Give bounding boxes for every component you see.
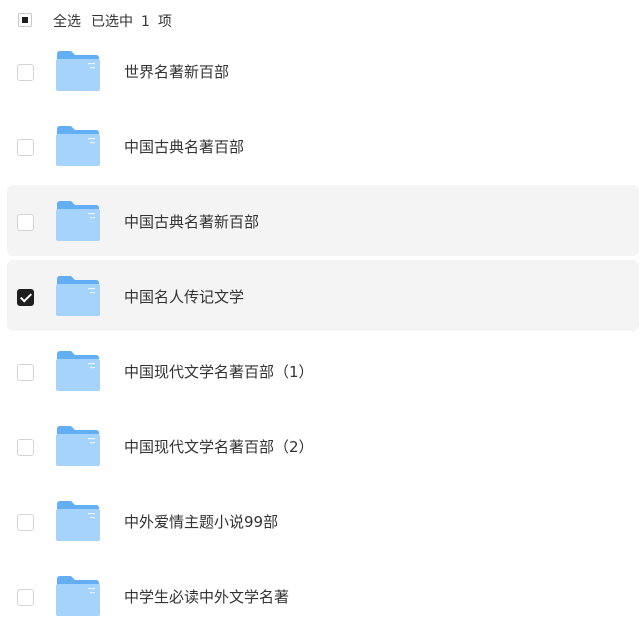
row-checkbox[interactable] (17, 214, 34, 231)
row-checkbox[interactable] (17, 364, 34, 381)
list-item[interactable]: 中国现代文学名著百部（2） (0, 410, 639, 485)
selected-suffix: 项 (157, 14, 172, 30)
folder-icon[interactable] (55, 350, 101, 392)
checkmark-icon (19, 290, 33, 303)
select-all-checkbox[interactable] (18, 13, 32, 27)
select-all-label[interactable]: 全选 (53, 14, 81, 30)
folder-name[interactable]: 世界名著新百部 (124, 62, 229, 82)
folder-name[interactable]: 中国现代文学名著百部（2） (124, 437, 314, 457)
row-checkbox[interactable] (17, 64, 34, 81)
folder-icon[interactable] (55, 125, 101, 167)
selected-prefix: 已选中 (91, 14, 133, 30)
row-checkbox[interactable] (17, 439, 34, 456)
folder-icon[interactable] (55, 275, 101, 317)
list-item[interactable]: 中国古典名著百部 (0, 110, 639, 185)
list-item[interactable]: 中学生必读中外文学名著 (0, 560, 639, 635)
list-item[interactable]: 中国古典名著新百部 (0, 185, 639, 260)
row-background (7, 185, 639, 256)
list-item[interactable]: 中国现代文学名著百部（1） (0, 335, 639, 410)
row-background (7, 260, 639, 331)
folder-icon[interactable] (55, 50, 101, 92)
row-background (7, 410, 639, 481)
partial-selection-indicator (22, 17, 28, 23)
folder-name[interactable]: 中国古典名著百部 (124, 137, 244, 157)
row-checkbox[interactable] (17, 514, 34, 531)
folder-name[interactable]: 中国现代文学名著百部（1） (124, 362, 314, 382)
row-checkbox[interactable] (17, 139, 34, 156)
row-background (7, 560, 639, 631)
folder-icon[interactable] (55, 200, 101, 242)
list-item[interactable]: 中外爱情主题小说99部 (0, 485, 639, 560)
row-checkbox[interactable] (17, 589, 34, 606)
row-background (7, 110, 639, 181)
folder-icon[interactable] (55, 425, 101, 467)
folder-name[interactable]: 中国古典名著新百部 (124, 212, 259, 232)
row-checkbox[interactable] (17, 289, 34, 306)
selection-summary: 全选 已选中 1 项 (53, 13, 182, 31)
list-item[interactable]: 世界名著新百部 (0, 35, 639, 110)
folder-list: 世界名著新百部 中国古典名著百部 中国古典名著新百部 中国名人传记文学中国现代文学名著… (0, 35, 639, 635)
selected-count: 1 (141, 14, 150, 30)
row-background (7, 35, 639, 106)
folder-name[interactable]: 中外爱情主题小说99部 (124, 512, 278, 532)
folder-icon[interactable] (55, 500, 101, 542)
folder-name[interactable]: 中学生必读中外文学名著 (124, 587, 289, 607)
list-item[interactable]: 中国名人传记文学 (0, 260, 639, 335)
folder-name[interactable]: 中国名人传记文学 (124, 287, 244, 307)
row-background (7, 335, 639, 406)
folder-icon[interactable] (55, 575, 101, 617)
row-background (7, 485, 639, 556)
file-list-page: 全选 已选中 1 项 世界名著新百部 中国古典名著百部 中国古典名著新百部 中国名人传记文学… (0, 0, 639, 639)
